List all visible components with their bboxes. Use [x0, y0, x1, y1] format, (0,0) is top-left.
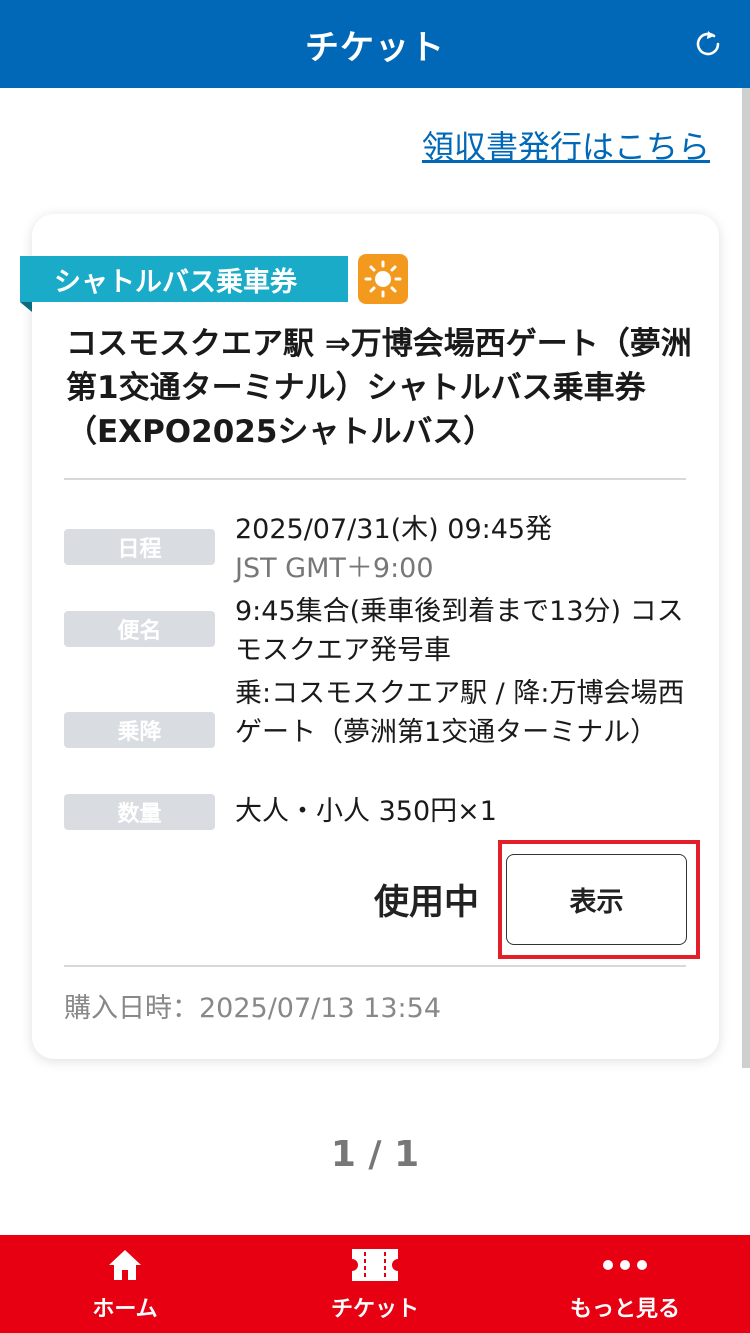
date-label: 日程 [64, 529, 215, 565]
service-value: 9:45集合(乗車後到着まで13分) コスモスクエア発号車 [235, 596, 684, 666]
bottom-nav: ホーム チケット もっと見る [0, 1235, 750, 1333]
highlight-box [498, 840, 700, 959]
ticket-type-tag: シャトルバス乗車券 [20, 256, 348, 302]
divider [64, 965, 686, 967]
nav-label: チケット [330, 1297, 419, 1322]
app-header: チケット [0, 0, 750, 88]
nav-label: もっと見る [569, 1297, 680, 1322]
nav-item-more[interactable]: もっと見る [500, 1235, 750, 1333]
page-title: チケット [305, 27, 445, 68]
quantity-value: 大人・小人 350円×1 [235, 796, 497, 827]
scrollbar[interactable] [742, 88, 750, 1068]
ticket-title: コスモスクエア駅 ⇒万博会場西ゲート（夢洲第1交通ターミナル）シャトルバス乗車券… [66, 326, 692, 450]
pager: 1 / 1 [330, 1134, 420, 1175]
timezone-text: JST GMT＋9:00 [235, 553, 434, 584]
tag-fold [20, 302, 32, 312]
home-icon [107, 1245, 143, 1285]
refresh-icon[interactable] [688, 24, 728, 64]
purchase-date: 購入日時：2025/07/13 13:54 [64, 993, 442, 1024]
date-value: 2025/07/31(木) 09:45発 JST GMT＋9:00 [235, 510, 705, 588]
ticket-icon [352, 1245, 398, 1285]
status-text: 使用中 [374, 883, 480, 923]
ticket-card: シャトルバス乗車券 コスモスクエア駅 ⇒万博会場西ゲート（夢洲第1交通ターミナル… [20, 214, 719, 1059]
nav-label: ホーム [92, 1297, 158, 1322]
nav-item-home[interactable]: ホーム [0, 1235, 250, 1333]
quantity-label: 数量 [64, 794, 215, 830]
stops-value: 乗:コスモスクエア駅 / 降:万博会場西ゲート（夢洲第1交通ターミナル） [235, 678, 685, 748]
receipt-link[interactable]: 領収書発行はこちら [422, 122, 710, 168]
sun-icon [358, 254, 408, 304]
more-icon [602, 1245, 648, 1285]
stops-label: 乗降 [64, 712, 215, 748]
date-text: 2025/07/31(木) 09:45発 [235, 514, 553, 545]
service-label: 便名 [64, 611, 215, 647]
nav-item-ticket[interactable]: チケット [250, 1235, 500, 1333]
divider [64, 478, 686, 480]
